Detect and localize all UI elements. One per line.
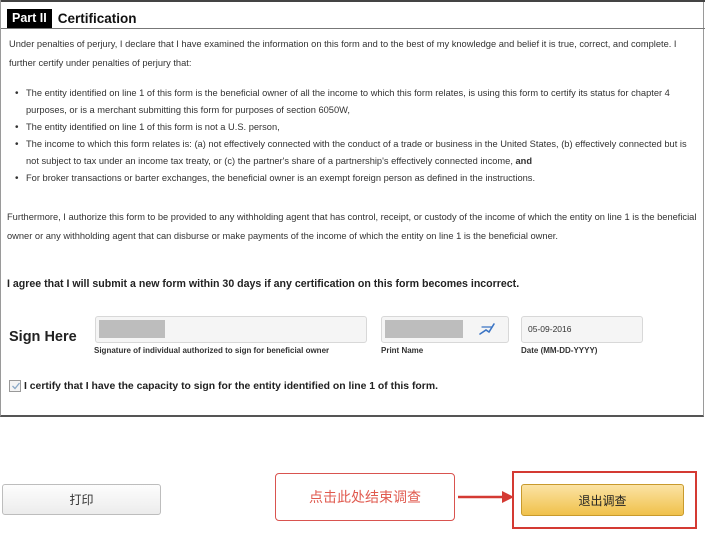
name-redaction [385, 320, 463, 338]
capacity-checkbox-label: I certify that I have the capacity to si… [24, 380, 438, 392]
date-value: 05-09-2016 [528, 324, 572, 334]
signature-redaction [99, 320, 165, 338]
top-rule [1, 0, 705, 2]
capacity-checkbox[interactable] [9, 380, 21, 392]
list-item-text: The income to which this form relates is… [26, 139, 687, 166]
arrow-right-icon [458, 491, 514, 503]
date-label: Date (MM-DD-YYYY) [521, 346, 598, 355]
certification-list: The entity identified on line 1 of this … [15, 85, 697, 187]
print-name-label: Print Name [381, 346, 424, 355]
date-field[interactable]: 05-09-2016 [521, 316, 643, 343]
intro-paragraph: Under penalties of perjury, I declare th… [9, 39, 677, 68]
list-item: The income to which this form relates is… [15, 136, 697, 170]
authorization-paragraph: Furthermore, I authorize this form to be… [7, 212, 697, 241]
list-item: The entity identified on line 1 of this … [15, 85, 697, 119]
list-item-bold-tail: and [515, 156, 533, 166]
print-button[interactable]: 打印 [2, 484, 161, 515]
signature-label: Signature of individual authorized to si… [94, 346, 330, 355]
list-item: The entity identified on line 1 of this … [15, 119, 697, 136]
certification-form: Part II Certification Under penalties of… [0, 0, 705, 417]
agreement-statement: I agree that I will submit a new form wi… [7, 278, 520, 290]
print-name-field[interactable] [381, 316, 509, 343]
signature-field[interactable] [95, 316, 367, 343]
pen-icon [479, 323, 495, 335]
capacity-certification: I certify that I have the capacity to si… [9, 380, 438, 392]
part-header: Part II Certification [7, 9, 137, 28]
exit-survey-button[interactable]: 退出调查 [521, 484, 684, 516]
check-icon [12, 382, 21, 390]
part-title: Certification [57, 11, 137, 26]
annotation-callout: 点击此处结束调查 [275, 473, 455, 521]
header-rule [1, 28, 705, 29]
part-badge: Part II [7, 9, 52, 28]
sign-here-heading: Sign Here [9, 329, 77, 345]
list-item: For broker transactions or barter exchan… [15, 170, 697, 187]
